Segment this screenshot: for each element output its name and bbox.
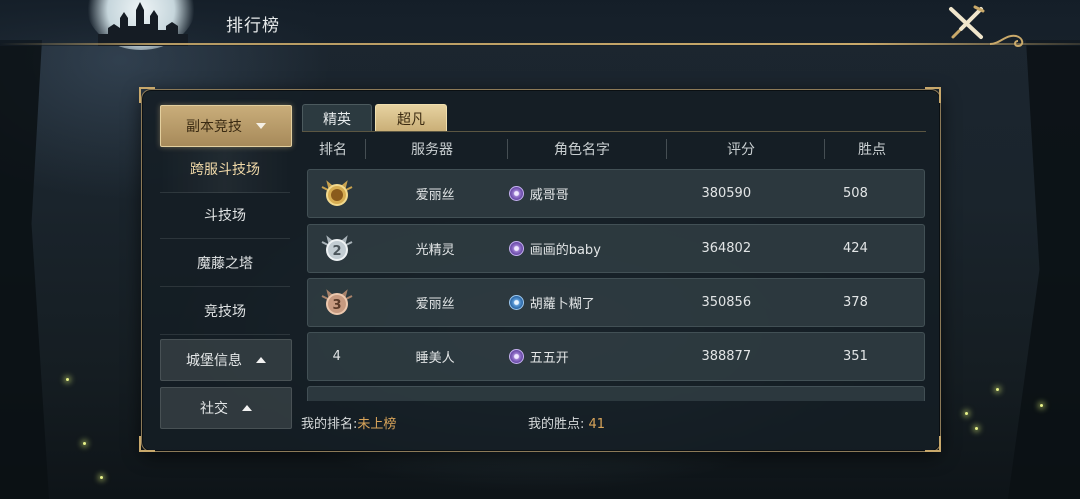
table-row[interactable]: 爱丽丝 威哥哥 380590 508 [307, 169, 925, 218]
score-cell: 388877 [701, 349, 752, 364]
table-row[interactable]: 3 爱丽丝 胡蘿卜糊了 350856 378 [307, 278, 925, 327]
firefly [975, 427, 978, 430]
sidebar-item-label: 竞技场 [204, 304, 246, 320]
rank-cell: 2 [308, 234, 366, 264]
sidebar-item-label: 魔藤之塔 [197, 256, 253, 272]
tab-label: 精英 [323, 111, 351, 128]
score-cell: 350856 [701, 295, 752, 310]
player-name-cell: 五五开 [505, 347, 666, 366]
player-name-cell: 胡蘿卜糊了 [505, 293, 666, 312]
silver-medal-icon: 2 [321, 234, 353, 261]
purple-orb-icon [508, 241, 524, 256]
column-header-rank: 排名 [319, 142, 347, 158]
svg-text:3: 3 [332, 298, 341, 313]
wins-cell: 508 [843, 186, 868, 201]
my-wins-label: 我的胜点: [528, 417, 585, 432]
sidebar-item-arena[interactable]: 斗技场 [160, 192, 290, 239]
player-name: 画画的baby [529, 243, 601, 258]
table-row[interactable]: 4 睡美人 五五开 388877 351 [307, 332, 925, 381]
server-cell: 爱丽丝 [415, 188, 455, 203]
background-tree-right [1008, 40, 1080, 499]
page-title: 排行榜 [226, 16, 280, 36]
panel-corner [925, 436, 941, 452]
sidebar-item-label: 跨服斗技场 [190, 162, 260, 178]
column-header-server: 服务器 [411, 142, 453, 158]
my-rank-value: 未上榜 [357, 417, 397, 432]
player-name-cell: 画画的baby [505, 239, 666, 258]
player-name-cell: 威哥哥 [505, 184, 666, 203]
chevron-up-icon [242, 405, 252, 411]
sidebar-section-castle-info[interactable]: 城堡信息 [160, 339, 292, 381]
firefly [83, 442, 86, 445]
column-header-score: 评分 [727, 142, 755, 158]
blue-flame-icon [508, 295, 524, 310]
purple-orb-icon [508, 349, 524, 364]
firefly [996, 388, 999, 391]
wins-cell: 351 [843, 349, 868, 364]
firefly [66, 378, 69, 381]
bronze-medal-icon: 3 [321, 288, 353, 315]
server-cell: 爱丽丝 [415, 297, 455, 312]
ornament-swirl-icon [990, 34, 1024, 48]
panel-corner [139, 87, 155, 103]
firefly [1040, 404, 1043, 407]
firefly [100, 476, 103, 479]
column-divider [365, 139, 366, 159]
my-wins-value: 41 [588, 417, 606, 432]
server-cell: 光精灵 [415, 243, 455, 258]
column-divider [666, 139, 667, 159]
player-name: 胡蘿卜糊了 [529, 297, 595, 312]
player-name: 五五开 [529, 351, 569, 366]
close-icon[interactable] [945, 5, 987, 41]
rank-cell: 3 [308, 288, 366, 318]
sidebar-category-dungeon-arena[interactable]: 副本竞技 [160, 105, 292, 147]
rank-cell [308, 179, 366, 209]
my-rank: 我的排名:未上榜 [301, 413, 396, 432]
gold-medal-icon [321, 179, 353, 206]
rank-cell: 4 [332, 349, 341, 364]
tab-elite[interactable]: 精英 [302, 104, 372, 132]
table-row[interactable]: 2 光精灵 画画的baby 364802 424 [307, 224, 925, 273]
panel-corner [925, 87, 941, 103]
column-divider [824, 139, 825, 159]
score-cell: 380590 [701, 186, 752, 201]
firefly [965, 412, 968, 415]
sidebar-item-demon-vine-tower[interactable]: 魔藤之塔 [160, 240, 290, 287]
tab-transcendent[interactable]: 超凡 [375, 104, 447, 132]
server-cell: 睡美人 [415, 351, 455, 366]
column-divider [507, 139, 508, 159]
wins-cell: 424 [843, 241, 868, 256]
sidebar-item-cross-server-arena[interactable]: 跨服斗技场 [160, 146, 290, 193]
chevron-down-icon [256, 123, 266, 129]
sidebar-section-label: 城堡信息 [186, 353, 242, 369]
column-header-wins: 胜点 [858, 142, 886, 158]
background-tree-left [0, 40, 49, 499]
panel-corner [139, 436, 155, 452]
sidebar-item-competition[interactable]: 竞技场 [160, 288, 290, 335]
score-cell: 364802 [701, 241, 752, 256]
top-bar-divider [0, 43, 1080, 45]
svg-text:2: 2 [332, 244, 341, 259]
tab-label: 超凡 [397, 111, 425, 128]
wins-cell: 378 [843, 295, 868, 310]
chevron-up-icon [256, 357, 266, 363]
table-header: 排名 服务器 角色名字 评分 胜点 [304, 136, 924, 162]
player-name: 威哥哥 [529, 188, 569, 203]
sidebar-category-label: 副本竞技 [186, 119, 242, 135]
sidebar-item-label: 斗技场 [204, 208, 246, 224]
table-row-partial[interactable] [307, 386, 925, 401]
column-header-name: 角色名字 [554, 142, 610, 158]
my-rank-label: 我的排名: [301, 417, 358, 432]
sidebar-section-social[interactable]: 社交 [160, 387, 292, 429]
sidebar-section-label: 社交 [200, 401, 228, 417]
castle-icon [98, 2, 188, 46]
purple-orb-icon [508, 186, 524, 201]
tab-divider [302, 131, 926, 132]
my-wins: 我的胜点: 41 [528, 413, 605, 432]
